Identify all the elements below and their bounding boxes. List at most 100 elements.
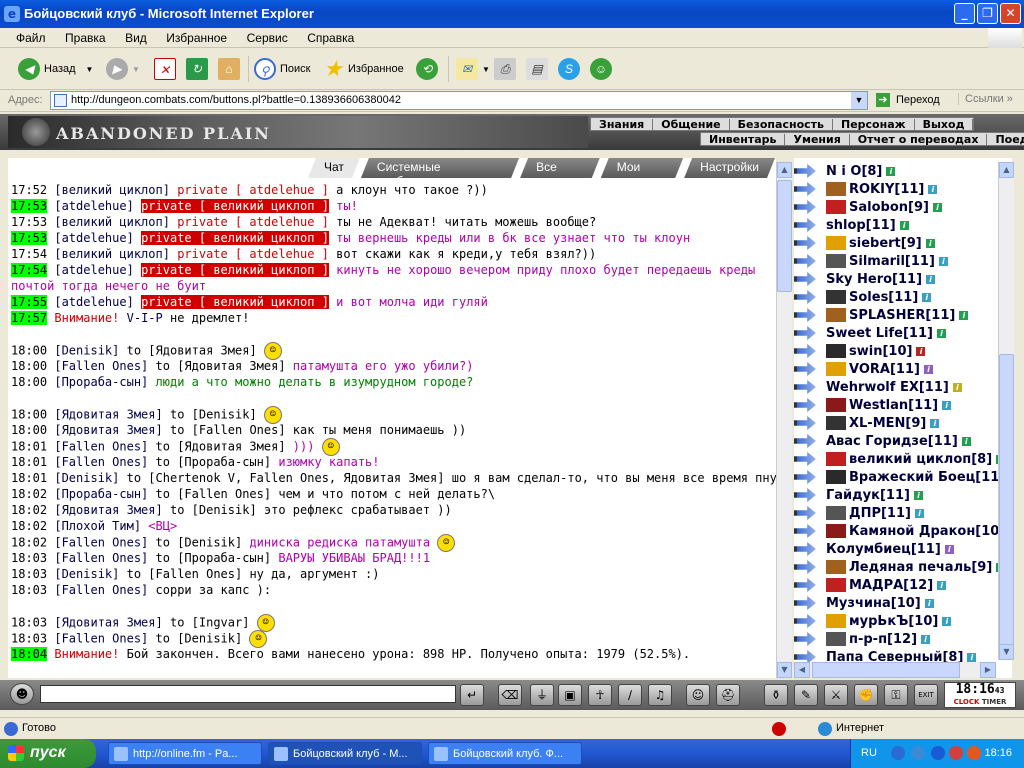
forward-button[interactable]: ▶ ▼	[106, 56, 140, 82]
menu-edit[interactable]: Правка	[57, 28, 114, 45]
nav-security[interactable]: Безопасность	[730, 119, 833, 131]
user-name[interactable]: Salobon[9]	[849, 200, 929, 215]
message-time[interactable]: 17:55	[11, 295, 48, 309]
message-time[interactable]: 18:00	[11, 423, 47, 437]
links-button[interactable]: Ссылки »	[958, 93, 1013, 105]
chat-scrollbar[interactable]: ▲ ▼	[776, 162, 792, 678]
private-message-arrow-icon[interactable]	[794, 308, 816, 322]
message-recipient[interactable]: to [Ядовитая Змея]	[127, 344, 257, 358]
message-author[interactable]: [atdelehue]	[54, 263, 133, 277]
user-info-icon[interactable]: i	[922, 363, 934, 375]
message-time[interactable]: 18:03	[11, 583, 47, 597]
message-author[interactable]: [Ядовитая Змея]	[54, 423, 162, 437]
message-time[interactable]: 18:03	[11, 616, 47, 630]
message-time[interactable]: 18:02	[11, 487, 47, 501]
scroll-left-icon[interactable]: ◀	[794, 662, 810, 678]
message-recipient[interactable]: to [Прораба-сын]	[156, 551, 272, 565]
language-indicator[interactable]: RU	[861, 747, 877, 759]
message-author[interactable]: [Ядовитая Змея]	[54, 616, 162, 630]
user-info-icon[interactable]: i	[951, 381, 963, 393]
tray-antivirus-icon[interactable]	[949, 746, 963, 760]
user-row[interactable]: Ледяная печаль[9]i	[794, 558, 1007, 576]
user-name[interactable]: Wehrwolf EX[11]	[826, 380, 949, 395]
chat-input[interactable]	[40, 685, 456, 703]
message-author[interactable]: [atdelehue]	[54, 295, 133, 309]
user-row[interactable]: Авас Горидзе[11] i	[794, 432, 994, 450]
nav-skills[interactable]: Умения	[785, 134, 850, 146]
go-button[interactable]: ➜ Переход	[876, 93, 940, 107]
chevron-down-icon[interactable]: ▼	[851, 92, 867, 109]
scroll-up-icon[interactable]: ▲	[777, 162, 792, 178]
private-recipient[interactable]: private [ великий циклоп ]	[141, 231, 329, 245]
user-info-icon[interactable]: i	[912, 489, 924, 501]
user-name[interactable]: Колумбиец[11]	[826, 542, 941, 557]
message-time[interactable]: 18:03	[11, 632, 47, 646]
private-message-arrow-icon[interactable]	[794, 344, 816, 358]
message-time[interactable]: 18:01	[11, 471, 47, 485]
battle-icon[interactable]: ⚔	[824, 684, 848, 706]
save-log-icon[interactable]: ▣	[558, 684, 582, 706]
message-time[interactable]: 17:53	[11, 231, 48, 245]
user-info-icon[interactable]: i	[898, 219, 910, 231]
message-recipient[interactable]: to [Denisik]	[156, 536, 243, 550]
tab-chat[interactable]: Чат	[308, 158, 360, 178]
private-message-arrow-icon[interactable]	[794, 452, 816, 466]
message-time[interactable]: 18:00	[11, 359, 47, 373]
message-recipient[interactable]: to [Fallen Ones]	[170, 423, 286, 437]
tray-star-icon[interactable]	[931, 746, 945, 760]
user-row[interactable]: Вражеский Боец[11]i	[794, 468, 1012, 486]
private-recipient[interactable]: private [ великий циклоп ]	[141, 199, 329, 213]
message-time[interactable]: 18:03	[11, 551, 47, 565]
user-row[interactable]: siebert[9] i	[794, 234, 994, 252]
user-name[interactable]: Sky Hero[11]	[826, 272, 922, 287]
user-info-icon[interactable]: i	[923, 597, 935, 609]
message-author[interactable]: [atdelehue]	[54, 199, 133, 213]
scroll-thumb[interactable]	[812, 662, 960, 678]
user-name[interactable]: великий циклоп[8]	[849, 452, 992, 467]
user-info-icon[interactable]: i	[935, 327, 947, 339]
message-author[interactable]: [Ядовитая Змея]	[54, 503, 162, 517]
user-info-icon[interactable]: i	[931, 201, 943, 213]
user-name[interactable]: ДПР[11]	[849, 506, 911, 521]
private-recipient[interactable]: private [ atdelehue ]	[177, 247, 329, 261]
filter-icon[interactable]: ⏚	[530, 684, 554, 706]
menu-view[interactable]: Вид	[117, 28, 155, 45]
tray-network-icon[interactable]	[911, 746, 925, 760]
user-row[interactable]: N i O[8] i	[794, 162, 994, 180]
private-message-arrow-icon[interactable]	[794, 542, 816, 556]
private-message-arrow-icon[interactable]	[794, 380, 816, 394]
chevron-down-icon[interactable]: ▼	[86, 65, 94, 74]
user-name[interactable]: Westlan[11]	[849, 398, 938, 413]
private-message-arrow-icon[interactable]	[794, 362, 816, 376]
helmet-icon[interactable]: ⛑	[716, 684, 740, 706]
eraser-icon[interactable]: ⌫	[498, 684, 522, 706]
private-message-arrow-icon[interactable]	[794, 164, 816, 178]
private-message-arrow-icon[interactable]	[794, 218, 816, 232]
user-row[interactable]: ДПР[11] i	[794, 504, 994, 522]
user-row[interactable]: Salobon[9] i	[794, 198, 994, 216]
message-recipient[interactable]: to [Denisik]	[170, 408, 257, 422]
user-row[interactable]: VORA[11] i	[794, 360, 994, 378]
user-info-icon[interactable]: i	[929, 417, 941, 429]
user-info-icon[interactable]: i	[941, 399, 953, 411]
private-message-arrow-icon[interactable]	[794, 254, 816, 268]
user-row[interactable]: Музчина[10] i	[794, 594, 994, 612]
sound-icon[interactable]: ♫	[648, 684, 672, 706]
scroll-up-icon[interactable]: ▲	[999, 162, 1014, 178]
home-button[interactable]: ⌂	[218, 56, 244, 82]
user-info-icon[interactable]: i	[941, 615, 953, 627]
user-name[interactable]: МАДРА[12]	[849, 578, 933, 593]
send-icon[interactable]: ↵	[460, 684, 484, 706]
taskbar-item-online-fm[interactable]: http://online.fm - Pa...	[108, 742, 262, 765]
message-recipient[interactable]: to [Ingvar]	[170, 616, 249, 630]
character-icon[interactable]: ☻	[10, 683, 34, 705]
message-time[interactable]: 17:52	[11, 183, 47, 197]
nav-transfers[interactable]: Отчет о переводах	[850, 134, 988, 146]
private-message-arrow-icon[interactable]	[794, 632, 816, 646]
nav-character[interactable]: Персонаж	[833, 119, 915, 131]
private-recipient[interactable]: private [ великий циклоп ]	[141, 263, 329, 277]
message-author[interactable]: [великий циклоп]	[54, 247, 170, 261]
user-info-icon[interactable]: i	[913, 507, 925, 519]
nav-inventory[interactable]: Инвентарь	[701, 134, 786, 146]
message-time[interactable]: 18:00	[11, 344, 47, 358]
